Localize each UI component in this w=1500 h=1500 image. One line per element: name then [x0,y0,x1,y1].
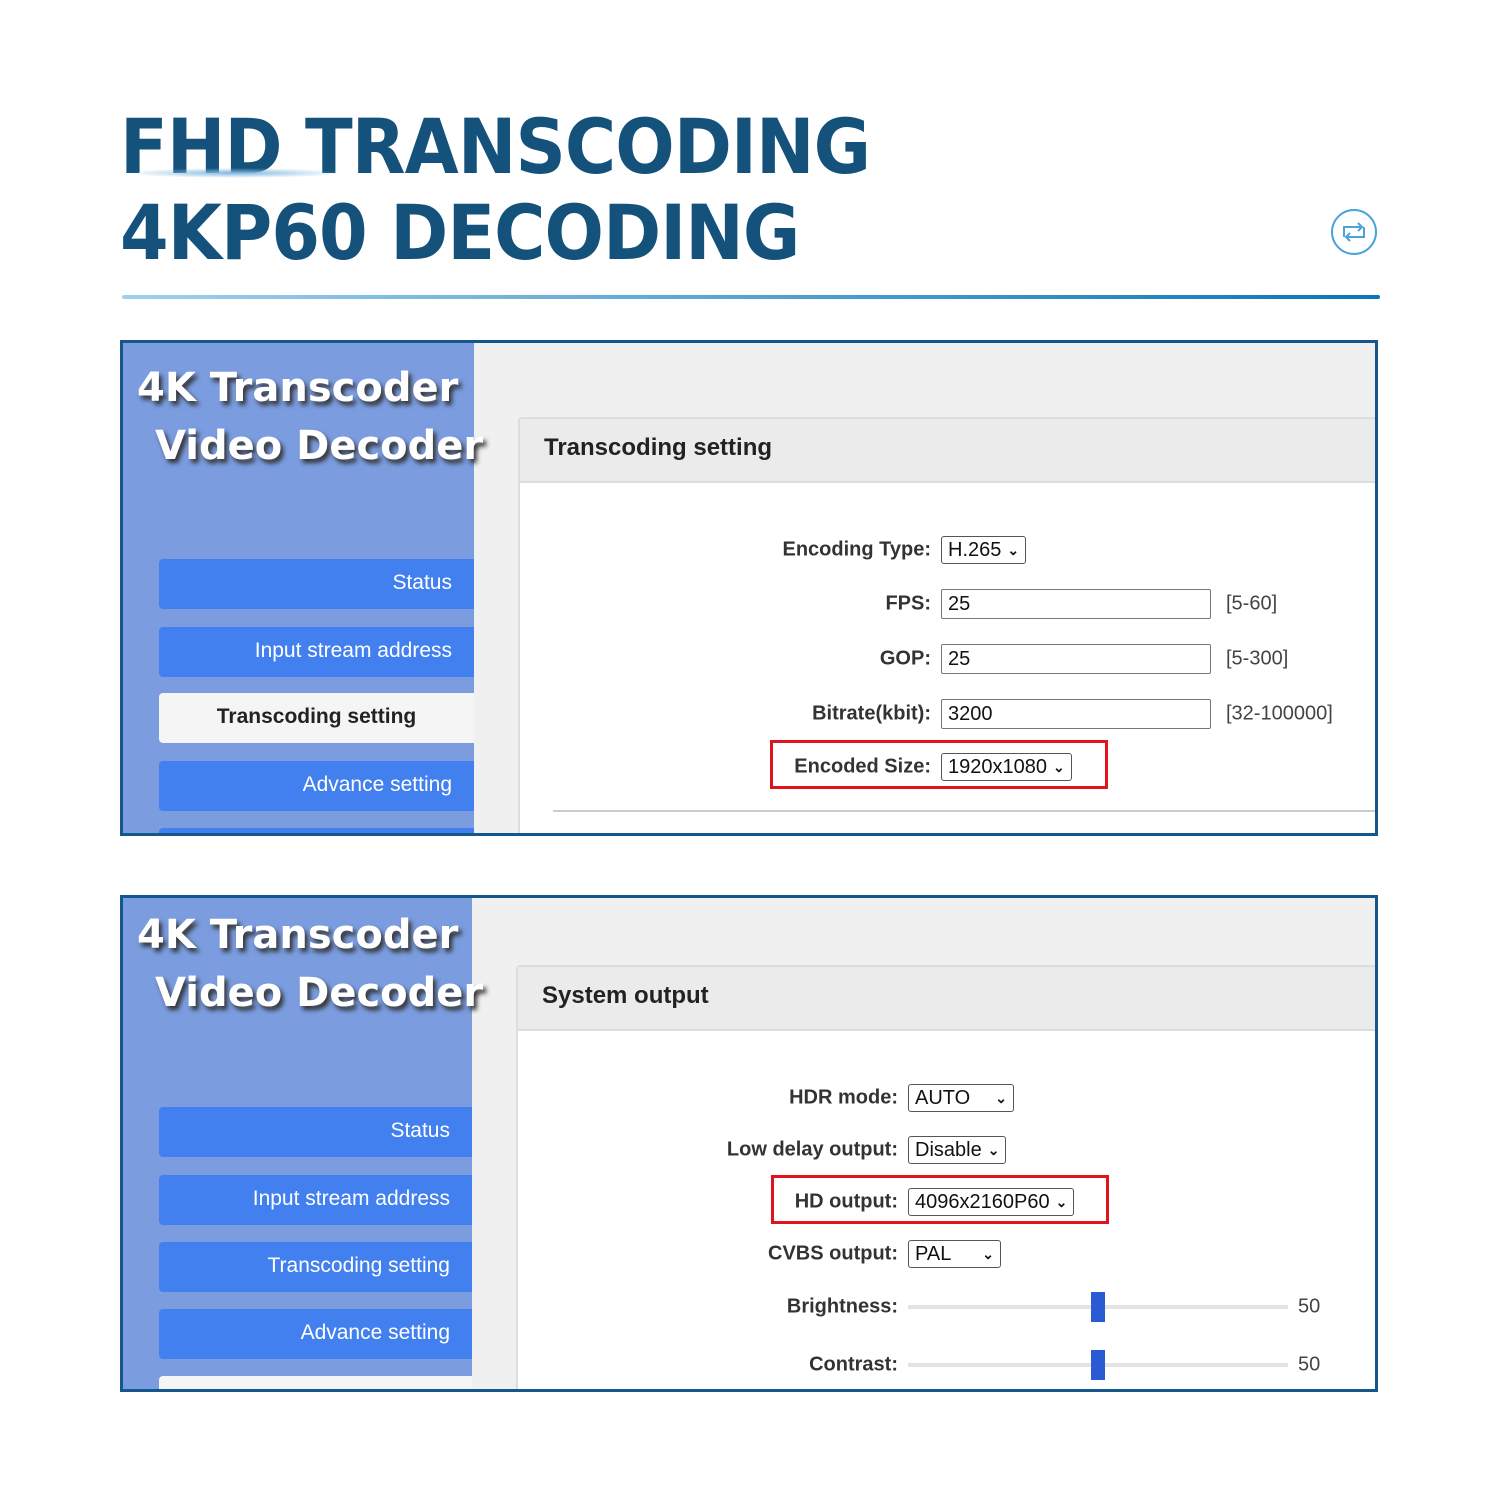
encoding-type-value: H.265 [948,539,1002,561]
contrast-slider-thumb[interactable] [1091,1350,1105,1380]
decorative-glow [125,168,345,178]
highlight-box [771,1175,1109,1224]
system-output-panel: 4K Transcoder Video Decoder Status Input… [120,895,1378,1392]
gop-range: [5-300] [1226,647,1289,670]
logo-line-1: 4K Transcoder [137,365,459,411]
logo-line-2: Video Decoder [155,423,484,469]
nav-status[interactable]: Status [159,559,474,609]
chevron-down-icon: ⌄ [995,1090,1007,1106]
transcoding-panel: 4K Transcoder Video Decoder Status Input… [120,340,1378,836]
contrast-label: Contrast: [809,1353,898,1376]
fps-input[interactable]: 25 [941,589,1211,619]
nav-system-output[interactable] [159,1376,472,1389]
sidebar: 4K Transcoder Video Decoder Status Input… [123,898,483,1389]
chevron-down-icon: ⌄ [987,1142,1000,1158]
nav-transcoding-setting[interactable]: Transcoding setting [159,1242,472,1292]
bitrate-input[interactable]: 3200 [941,699,1211,729]
low-delay-value: Disable [915,1139,982,1161]
encoding-type-label: Encoding Type: [782,538,931,561]
encoding-type-select[interactable]: H.265 ⌄ [941,536,1027,564]
nav-advance-setting[interactable]: Advance setting [159,761,474,811]
brightness-slider-thumb[interactable] [1091,1292,1105,1322]
fps-label: FPS: [885,592,931,615]
low-delay-select[interactable]: Disable ⌄ [908,1136,1007,1164]
logo-line-1: 4K Transcoder [137,912,459,958]
card-title: Transcoding setting [520,419,1375,483]
hdr-mode-value: AUTO [915,1087,971,1109]
chevron-down-icon: ⌄ [982,1246,994,1262]
sidebar: 4K Transcoder Video Decoder Status Input… [123,343,483,833]
nav-advance-setting[interactable]: Advance setting [159,1309,472,1359]
nav-input-stream-address[interactable]: Input stream address [159,627,474,677]
gop-input[interactable]: 25 [941,644,1211,674]
nav-status[interactable]: Status [159,1107,472,1157]
cvbs-output-label: CVBS output: [768,1242,898,1265]
divider [122,295,1380,299]
nav-input-stream-address[interactable]: Input stream address [159,1175,472,1225]
nav-transcoding-setting[interactable]: Transcoding setting [159,693,474,743]
divider-line [553,810,1375,812]
headline-line-2: 4KP60 DECODING [120,188,800,277]
brightness-value: 50 [1298,1295,1321,1318]
hdr-mode-select[interactable]: AUTO ⌄ [908,1084,1014,1112]
gop-label: GOP: [879,647,931,670]
highlight-box [770,740,1108,789]
bitrate-label: Bitrate(kbit): [812,702,931,725]
logo-line-2: Video Decoder [155,970,484,1016]
bitrate-range: [32-100000] [1226,702,1333,725]
contrast-value: 50 [1298,1353,1321,1376]
low-delay-label: Low delay output: [726,1138,898,1161]
brightness-label: Brightness: [786,1295,898,1318]
nav-more[interactable] [159,828,474,833]
cvbs-output-value: PAL [915,1243,952,1265]
hdr-mode-label: HDR mode: [789,1086,898,1109]
cvbs-output-select[interactable]: PAL ⌄ [908,1240,1001,1268]
fps-range: [5-60] [1226,592,1278,615]
swap-arrows-icon [1331,209,1377,255]
card-title: System output [518,967,1375,1031]
chevron-down-icon: ⌄ [1007,542,1020,558]
